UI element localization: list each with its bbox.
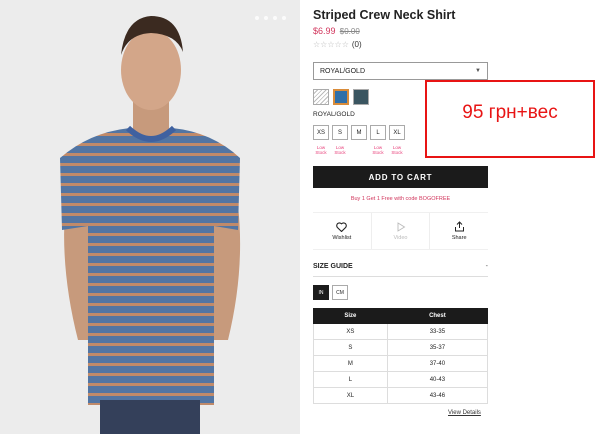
price-annotation: 95 грн+вес <box>425 80 595 158</box>
price-block: $6.99 $0.00 <box>313 26 360 36</box>
table-row: L 40-43 <box>313 371 489 388</box>
chest-cell: 43-46 <box>386 387 489 404</box>
wishlist-label: Wishlist <box>332 234 352 241</box>
share-button[interactable]: Share <box>429 213 488 249</box>
gallery-dot[interactable] <box>282 16 286 20</box>
chest-cell: 40-43 <box>386 371 489 388</box>
low-stock-note: Low Stock <box>372 145 384 155</box>
column-header-size: Size <box>313 308 388 324</box>
selected-color-label: ROYAL/GOLD <box>313 111 355 118</box>
column-header-chest: Chest <box>386 308 489 324</box>
stock-notes: Low Stock Low Stock Low Stock Low Stock <box>313 145 405 155</box>
model-photo <box>0 0 300 434</box>
rating[interactable]: ☆☆☆☆☆ (0) <box>313 40 362 49</box>
size-guide-table: Size Chest XS 33-35 S 35-37 M 37-40 L 40-43 … <box>313 308 489 404</box>
size-option-s[interactable]: S <box>332 125 348 140</box>
color-swatches <box>313 89 369 105</box>
size-cell: XL <box>313 387 388 404</box>
unit-cm-button[interactable]: CM <box>332 285 348 300</box>
table-row: XS 33-35 <box>313 323 489 340</box>
size-cell: XS <box>313 323 388 340</box>
color-dropdown-value: ROYAL/GOLD <box>320 67 365 75</box>
chevron-down-icon: ▼ <box>475 68 481 74</box>
product-image[interactable] <box>0 0 300 434</box>
play-icon <box>397 221 405 232</box>
table-row: XL 43-46 <box>313 387 489 404</box>
size-cell: S <box>313 339 388 356</box>
low-stock-note: Low Stock <box>334 145 346 155</box>
swatch-teal[interactable] <box>353 89 369 105</box>
sale-price: $6.99 <box>313 26 336 36</box>
review-count: (0) <box>351 40 362 49</box>
gallery-dot[interactable] <box>264 16 268 20</box>
video-label: Video <box>393 234 408 241</box>
color-dropdown[interactable]: ROYAL/GOLD ▼ <box>313 62 488 80</box>
promo-text: Buy 1 Get 1 Free with code BOGOFREE <box>350 196 451 202</box>
size-options: XS S M L XL <box>313 125 405 140</box>
swatch-white-striped[interactable] <box>313 89 329 105</box>
share-label: Share <box>451 235 467 241</box>
swatch-royal-gold[interactable] <box>333 89 349 105</box>
gallery-dot[interactable] <box>255 16 259 20</box>
original-price: $0.00 <box>339 27 360 36</box>
table-row: M 37-40 <box>313 355 489 372</box>
share-icon <box>454 221 464 232</box>
size-guide-title: SIZE GUIDE <box>313 263 353 270</box>
low-stock-note: Low Stock <box>391 145 403 155</box>
table-row: S 35-37 <box>313 339 489 356</box>
video-button[interactable]: Video <box>370 213 430 249</box>
size-guide-header[interactable]: SIZE GUIDE - <box>313 263 488 277</box>
low-stock-note: Low Stock <box>315 145 327 155</box>
size-option-xl[interactable]: XL <box>389 125 405 140</box>
unit-toggle: IN CM <box>313 285 348 300</box>
heart-icon <box>336 221 348 232</box>
product-title: Striped Crew Neck Shirt <box>313 8 456 22</box>
chest-cell: 33-35 <box>386 323 489 340</box>
collapse-icon[interactable]: - <box>486 263 488 270</box>
gallery-dots <box>255 16 286 20</box>
chest-cell: 37-40 <box>386 355 489 372</box>
wishlist-button[interactable]: Wishlist <box>313 213 371 249</box>
chest-cell: 35-37 <box>386 339 489 356</box>
unit-in-button[interactable]: IN <box>313 285 329 300</box>
size-cell: L <box>313 371 388 388</box>
star-icon: ☆☆☆☆☆ <box>313 40 349 49</box>
size-cell: M <box>313 355 388 372</box>
size-option-xs[interactable]: XS <box>313 125 329 140</box>
view-details-link[interactable]: View Details <box>448 410 481 416</box>
gallery-dot[interactable] <box>273 16 277 20</box>
add-to-cart-button[interactable]: ADD TO CART <box>313 166 488 188</box>
product-actions: Wishlist Video Share <box>313 212 488 250</box>
size-option-m[interactable]: M <box>351 125 367 140</box>
size-option-l[interactable]: L <box>370 125 386 140</box>
